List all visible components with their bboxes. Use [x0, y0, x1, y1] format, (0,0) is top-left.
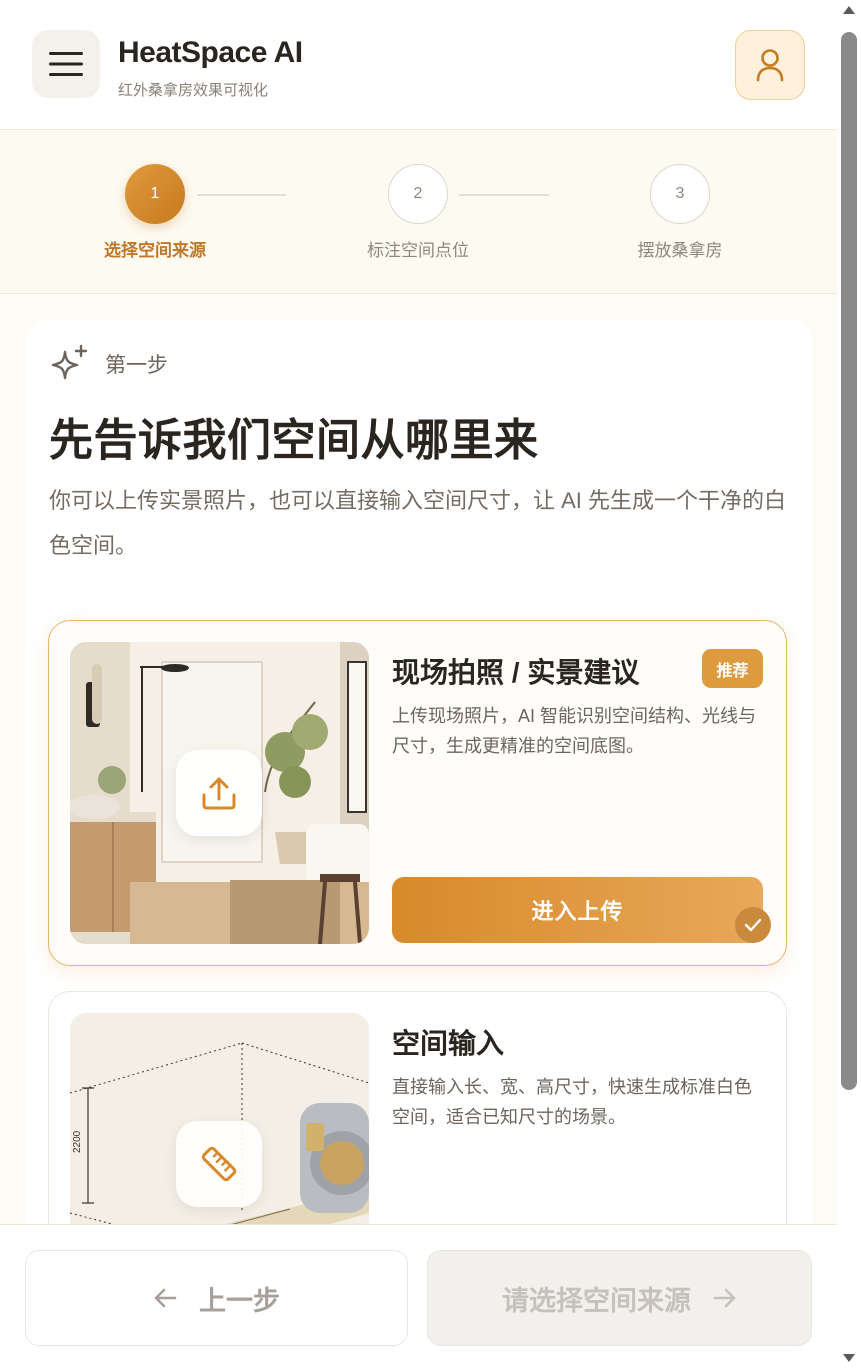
- arrow-right-icon: [713, 1287, 737, 1309]
- recommended-badge: 推荐: [702, 649, 763, 688]
- option-description: 上传现场照片，AI 智能识别空间结构、光线与尺寸，生成更精准的空间底图。: [392, 706, 757, 756]
- step-3-circle[interactable]: 3: [650, 164, 710, 224]
- option-title: 空间输入: [392, 1028, 505, 1059]
- option-description: 直接输入长、宽、高尺寸，快速生成标准白色空间，适合已知尺寸的场景。: [392, 1077, 752, 1127]
- upload-photo-badge[interactable]: [176, 750, 262, 836]
- ruler-icon: [201, 1146, 237, 1182]
- step-connector: [197, 194, 286, 196]
- footer-nav: 上一步 请选择空间来源: [0, 1224, 837, 1370]
- user-button[interactable]: [735, 30, 805, 100]
- step-2-label: 标注空间点位: [367, 241, 469, 260]
- hamburger-menu-icon: [49, 52, 83, 76]
- app-header: HeatSpace AI 红外桑拿房效果可视化: [0, 0, 837, 130]
- next-step-label: 请选择空间来源: [502, 1285, 691, 1316]
- content-card: 第一步 先告诉我们空间从哪里来 你可以上传实景照片，也可以直接输入空间尺寸，让 …: [25, 320, 812, 1353]
- page-title: 先告诉我们空间从哪里来: [49, 416, 539, 465]
- ruler-badge[interactable]: [176, 1121, 262, 1207]
- app-frame: HeatSpace AI 红外桑拿房效果可视化 1 选择空间来源 2 标注空间点…: [0, 0, 837, 1370]
- page-description: 你可以上传实景照片，也可以直接输入空间尺寸，让 AI 先生成一个干净的白色空间。: [49, 488, 787, 558]
- dimension-label: 2200: [72, 1130, 83, 1153]
- app-subtitle: 红外桑拿房效果可视化: [118, 82, 269, 99]
- prev-step-button[interactable]: 上一步: [25, 1250, 408, 1346]
- enter-upload-button[interactable]: 进入上传: [392, 877, 763, 943]
- arrow-left-icon: [153, 1287, 177, 1309]
- step-tag: 第一步: [49, 344, 168, 384]
- step-1-label: 选择空间来源: [104, 241, 206, 260]
- step-3-label: 摆放桑拿房: [637, 241, 723, 260]
- step-2-circle[interactable]: 2: [388, 164, 448, 224]
- step-connector: [459, 194, 549, 196]
- sparkle-icon: [51, 344, 88, 380]
- prev-step-label: 上一步: [199, 1285, 280, 1316]
- menu-button[interactable]: [32, 30, 100, 98]
- step-tag-label: 第一步: [105, 354, 168, 377]
- upload-icon: [202, 777, 236, 810]
- option-photo-upload[interactable]: 现场拍照 / 实景建议 推荐 上传现场照片，AI 智能识别空间结构、光线与尺寸，…: [48, 620, 787, 966]
- step-1-circle[interactable]: 1: [125, 164, 185, 224]
- progress-stepper: 1 选择空间来源 2 标注空间点位 3 摆放桑拿房: [0, 130, 837, 294]
- user-icon: [756, 49, 784, 82]
- scrollbar-thumb[interactable]: [841, 32, 857, 1090]
- scroll-down-arrow-icon[interactable]: [843, 1354, 855, 1362]
- scroll-up-arrow-icon[interactable]: [843, 6, 855, 14]
- selected-check-icon: [735, 907, 771, 943]
- page-scrollbar[interactable]: [837, 0, 861, 1370]
- bathroom-photo-thumbnail: [70, 642, 369, 944]
- next-step-button[interactable]: 请选择空间来源: [427, 1250, 812, 1346]
- app-title: HeatSpace AI: [118, 36, 303, 69]
- option-title: 现场拍照 / 实景建议: [392, 657, 640, 688]
